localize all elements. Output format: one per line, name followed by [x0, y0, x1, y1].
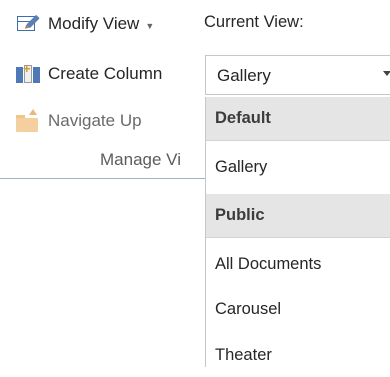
dropdown-arrow-icon[interactable] — [380, 65, 390, 85]
modify-view-icon — [15, 12, 41, 36]
view-dropdown-list: Default Gallery Public All Documents Car… — [205, 97, 390, 367]
group-divider — [0, 178, 205, 179]
navigate-up-button[interactable]: Navigate Up — [15, 109, 142, 133]
view-option-gallery[interactable]: Gallery — [206, 145, 390, 189]
create-column-label: Create Column — [48, 64, 163, 83]
chevron-down-icon[interactable]: ▼ — [145, 21, 154, 31]
navigate-up-icon — [15, 109, 41, 133]
group-label: Manage Vi — [100, 150, 181, 169]
modify-view-label: Modify View — [48, 14, 140, 33]
view-option-theater[interactable]: Theater — [206, 333, 390, 377]
view-option-all-documents[interactable]: All Documents — [206, 242, 390, 286]
current-view-select[interactable]: Gallery — [205, 55, 390, 95]
current-view-label: Current View: — [204, 13, 304, 31]
modify-view-button[interactable]: Modify View ▼ — [15, 12, 154, 36]
create-column-button[interactable]: + Create Column — [15, 61, 163, 86]
view-option-carousel[interactable]: Carousel — [206, 287, 390, 331]
group-header-default: Default — [206, 97, 390, 141]
create-column-icon: + — [15, 61, 41, 86]
group-header-public: Public — [206, 194, 390, 238]
navigate-up-label: Navigate Up — [48, 111, 142, 130]
current-view-value: Gallery — [217, 66, 271, 85]
